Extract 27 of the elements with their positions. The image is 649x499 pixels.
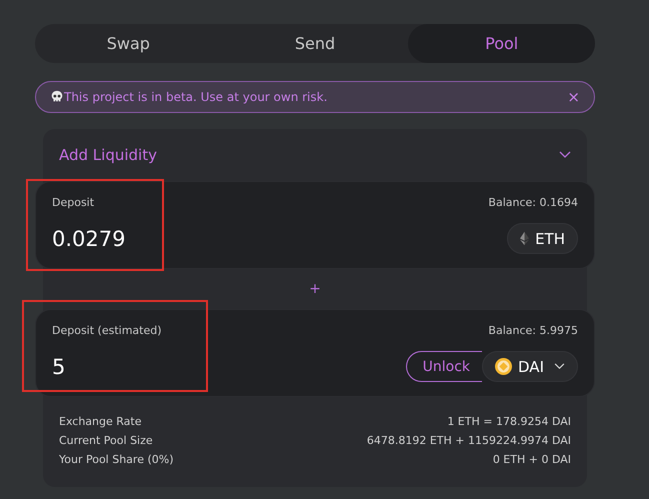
info-label: Current Pool Size: [59, 434, 153, 449]
coin-icon: [495, 358, 512, 375]
plus-sign: +: [308, 280, 322, 299]
token-selector[interactable]: ETH: [507, 223, 578, 254]
close-button[interactable]: ×: [567, 88, 580, 106]
amount-field[interactable]: 0.0279: [52, 226, 126, 250]
balance-text: Balance: 0.1694: [488, 196, 578, 209]
caret-icon: [554, 363, 565, 370]
alert-text: This project is in beta. Use at your own risk.: [64, 90, 328, 104]
unlock-button[interactable]: Unlock: [406, 351, 482, 382]
chevron-icon[interactable]: [559, 151, 571, 159]
tab[interactable]: Send: [222, 24, 408, 63]
info-value: 6478.8192 ETH + 1159224.9974 DAI: [366, 434, 571, 449]
info-label: Exchange Rate: [59, 415, 142, 430]
tab[interactable]: Swap: [35, 24, 222, 63]
diamond-icon: [520, 231, 530, 246]
balance-text: Balance: 5.9975: [488, 324, 578, 337]
token-selector[interactable]: DAI: [482, 351, 578, 382]
deposit-label: Deposit: [52, 196, 94, 209]
info-value: 0 ETH + 0 DAI: [492, 453, 571, 468]
skull-icon: [50, 90, 64, 104]
card-title: Add Liquidity: [59, 146, 157, 164]
info-label: Your Pool Share (0%): [59, 453, 174, 468]
tab[interactable]: Pool: [408, 24, 596, 63]
amount-field[interactable]: 5: [52, 354, 66, 378]
info-value: 1 ETH = 178.9254 DAI: [447, 415, 571, 430]
deposit-label: Deposit (estimated): [52, 324, 162, 337]
